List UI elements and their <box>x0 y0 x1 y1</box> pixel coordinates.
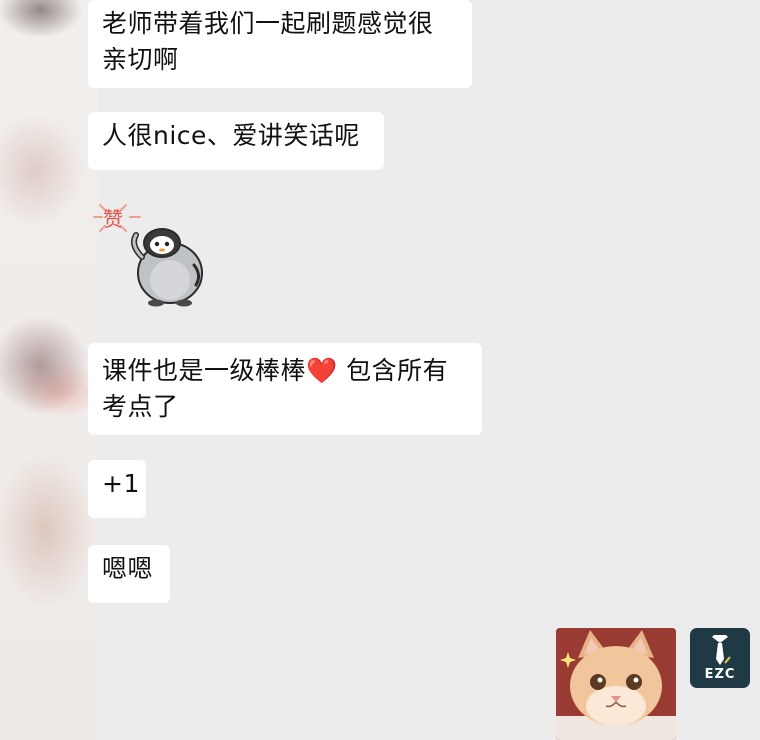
message-text-line: 嗯嗯 <box>102 554 154 583</box>
sticker-zan-text: 赞 <box>103 207 123 231</box>
message-bubble-4[interactable]: 课件也是一级棒棒❤️ 包含所有 考点了 <box>88 343 482 435</box>
blurred-sender-avatars <box>0 0 98 740</box>
message-text-part: 包含所有 <box>337 356 449 385</box>
avatar-label: EZC <box>704 666 736 682</box>
self-avatar-ezc[interactable]: EZC <box>690 628 750 688</box>
penguin-thumbs-up-sticker[interactable]: 赞 <box>90 195 210 310</box>
tie-icon <box>712 634 731 665</box>
message-bubble-2[interactable]: 人很nice、爱讲笑话呢 <box>88 112 384 170</box>
message-text-line: +1 <box>102 469 140 498</box>
message-text-line: 人很nice、爱讲笑话呢 <box>102 121 360 150</box>
heart-emoji-icon: ❤️ <box>306 356 338 385</box>
message-bubble-1[interactable]: 老师带着我们一起刷题感觉很 亲切啊 <box>88 0 472 88</box>
cat-photo[interactable] <box>556 628 676 740</box>
message-text-line: 老师带着我们一起刷题感觉很 <box>102 9 434 38</box>
message-bubble-5[interactable]: +1 <box>88 460 146 518</box>
message-bubble-6[interactable]: 嗯嗯 <box>88 545 170 603</box>
message-text-part: 课件也是一级棒棒 <box>102 356 307 385</box>
message-text-line: 考点了 <box>102 392 179 421</box>
message-text-line: 亲切啊 <box>102 45 179 74</box>
message-text-line: 课件也是一级棒棒❤️ 包含所有 <box>102 353 468 389</box>
